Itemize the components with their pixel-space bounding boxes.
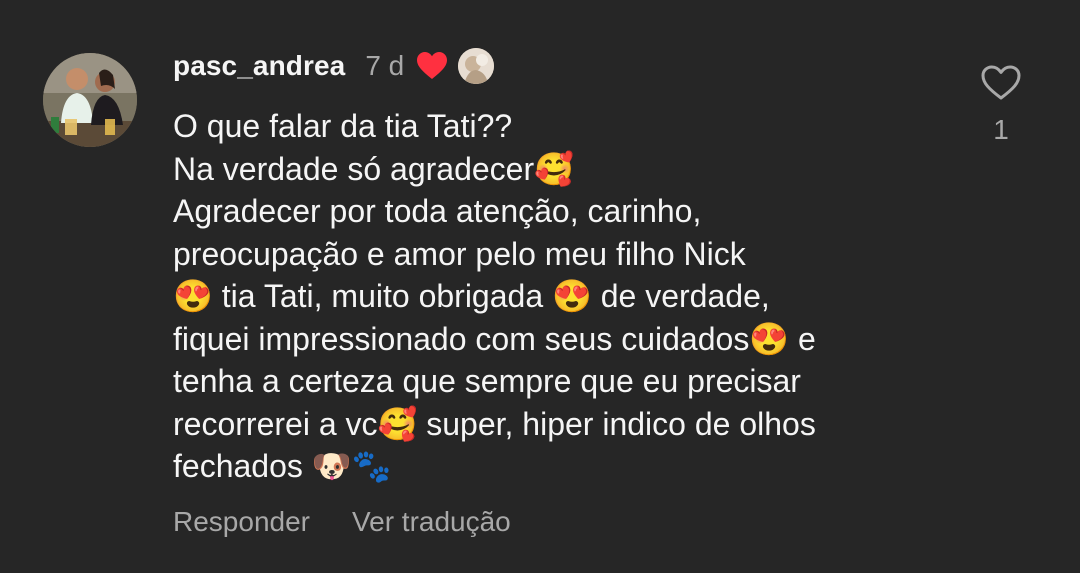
comment-line: recorrerei a vc🥰 super, hiper indico de …	[173, 405, 816, 442]
comment-line: tenha a certeza que sempre que eu precis…	[173, 363, 801, 399]
username[interactable]: pasc_andrea	[173, 50, 345, 82]
like-count: 1	[993, 114, 1009, 145]
comment-line: preocupação e amor pelo meu filho Nick	[173, 235, 746, 272]
like-column: 1	[976, 64, 1026, 146]
author-avatar-small	[458, 48, 495, 84]
comment-timestamp: 7 d	[365, 50, 405, 81]
comment-actions: Responder Ver tradução	[173, 506, 511, 538]
comment-card: pasc_andrea 7 d O que falar da tia Tati?…	[0, 0, 1080, 573]
heart-outline-icon[interactable]	[980, 64, 1022, 102]
comment-line: fiquei impressionado com seus cuidados😍 …	[173, 320, 816, 357]
comment-line: O que falar da tia Tati??	[173, 108, 513, 144]
avatar-photo-icon	[43, 53, 137, 147]
comment-body: O que falar da tia Tati?? Na verdade só …	[173, 105, 953, 488]
see-translation-button[interactable]: Ver tradução	[352, 506, 511, 538]
comment-line: Na verdade só agradecer🥰	[173, 150, 574, 187]
comment-line: fechados 🐶🐾	[173, 448, 392, 484]
user-avatar[interactable]	[43, 53, 137, 147]
comment-line: Agradecer por toda atenção, carinho,	[173, 193, 702, 229]
comment-header: pasc_andrea 7 d	[173, 47, 495, 85]
comment-line: 😍 tia Tati, muito obrigada 😍 de verdade,	[173, 278, 770, 314]
reply-button[interactable]: Responder	[173, 506, 310, 538]
red-heart-icon	[416, 51, 448, 81]
